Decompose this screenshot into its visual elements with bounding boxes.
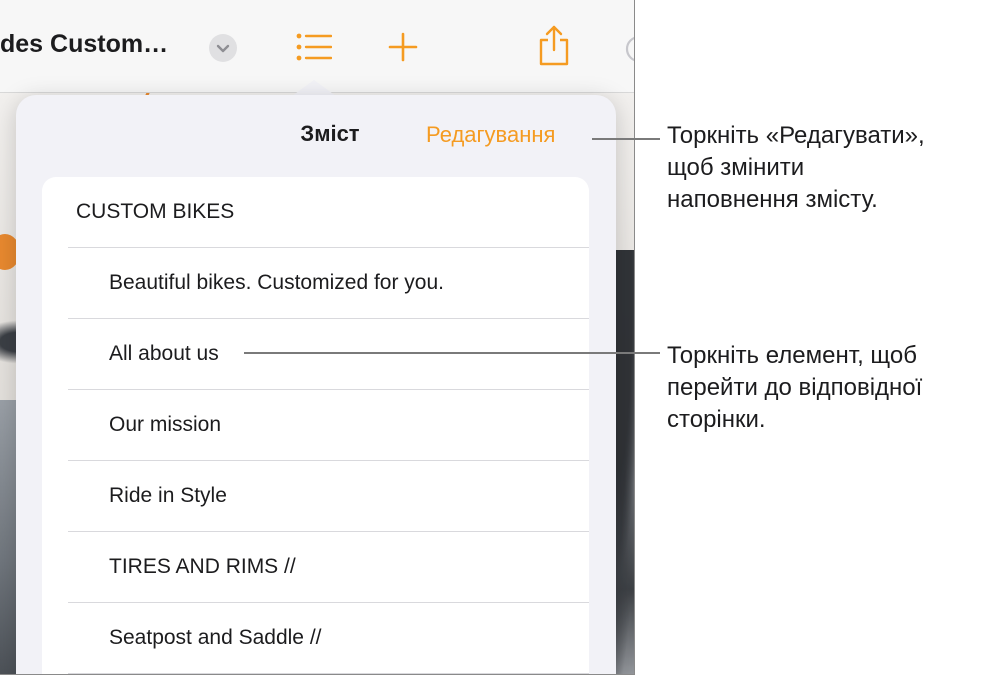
edit-callout-line-3: наповнення змісту. xyxy=(667,186,878,213)
row-divider xyxy=(68,673,589,674)
chevron-down-icon[interactable] xyxy=(209,34,237,62)
toc-item[interactable]: CUSTOM BIKES xyxy=(42,177,589,248)
toc-item[interactable]: Beautiful bikes. Customized for you. xyxy=(42,248,589,319)
item-callout-line xyxy=(244,352,660,354)
edit-callout-text: Торкніть «Редагувати», щоб змінити напов… xyxy=(667,120,1003,216)
item-callout-line-2: перейти до відповідної xyxy=(667,374,923,401)
share-icon[interactable] xyxy=(537,24,571,66)
item-callout-line-3: сторінки. xyxy=(667,406,766,433)
toc-item[interactable]: Ride in Style xyxy=(42,461,589,532)
toc-item[interactable]: Seatpost and Saddle // xyxy=(42,603,589,674)
toc-item-label: Beautiful bikes. Customized for you. xyxy=(109,271,444,294)
toc-item-label: CUSTOM BIKES xyxy=(76,200,235,223)
plus-icon[interactable] xyxy=(388,32,418,62)
toc-item[interactable]: Our mission xyxy=(42,390,589,461)
more-icon[interactable] xyxy=(624,34,634,64)
toc-item-label: Ride in Style xyxy=(109,484,227,507)
toc-popover: Зміст Редагування CUSTOM BIKES Beautiful… xyxy=(16,95,616,674)
toc-item-label: Our mission xyxy=(109,413,222,436)
edit-button[interactable]: Редагування xyxy=(426,122,555,148)
toc-list: CUSTOM BIKES Beautiful bikes. Customized… xyxy=(42,177,589,674)
item-callout-text: Торкніть елемент, щоб перейти до відпові… xyxy=(667,340,1003,436)
toc-item-label: TIRES AND RIMS // xyxy=(109,555,296,578)
ipad-screen: des Custom… Зміст Редагування CUSTOM BIK… xyxy=(0,0,635,675)
document-title[interactable]: des Custom… xyxy=(0,30,168,59)
list-icon[interactable] xyxy=(296,32,333,62)
toc-item-label: All about us xyxy=(109,342,219,365)
item-callout-line-1: Торкніть елемент, щоб xyxy=(667,342,917,369)
toc-item[interactable]: All about us xyxy=(42,319,589,390)
toc-item-label: Seatpost and Saddle // xyxy=(109,626,322,649)
edit-callout-line-1: Торкніть «Редагувати», xyxy=(667,122,925,149)
toc-item[interactable]: TIRES AND RIMS // xyxy=(42,532,589,603)
edit-callout-line-2: щоб змінити xyxy=(667,154,805,181)
popover-arrow xyxy=(292,80,336,96)
edit-callout-line xyxy=(592,138,660,140)
